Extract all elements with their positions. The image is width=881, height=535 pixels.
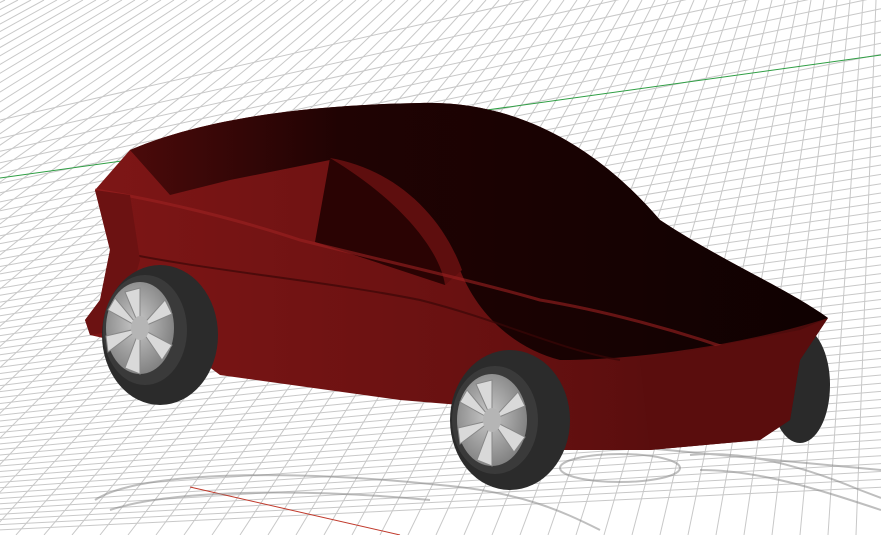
grid-line — [743, 0, 825, 535]
grid-line — [0, 0, 97, 57]
grid-line — [0, 0, 110, 66]
3d-viewport[interactable] — [0, 0, 881, 535]
grid-line — [0, 0, 58, 33]
grid-line — [0, 463, 881, 515]
grid-line — [799, 0, 851, 535]
wheel-front-left — [102, 265, 218, 405]
grid-line — [0, 486, 881, 531]
car-model[interactable] — [85, 102, 830, 490]
viewport-canvas[interactable] — [0, 0, 881, 535]
wheel-rear-left — [450, 350, 570, 490]
